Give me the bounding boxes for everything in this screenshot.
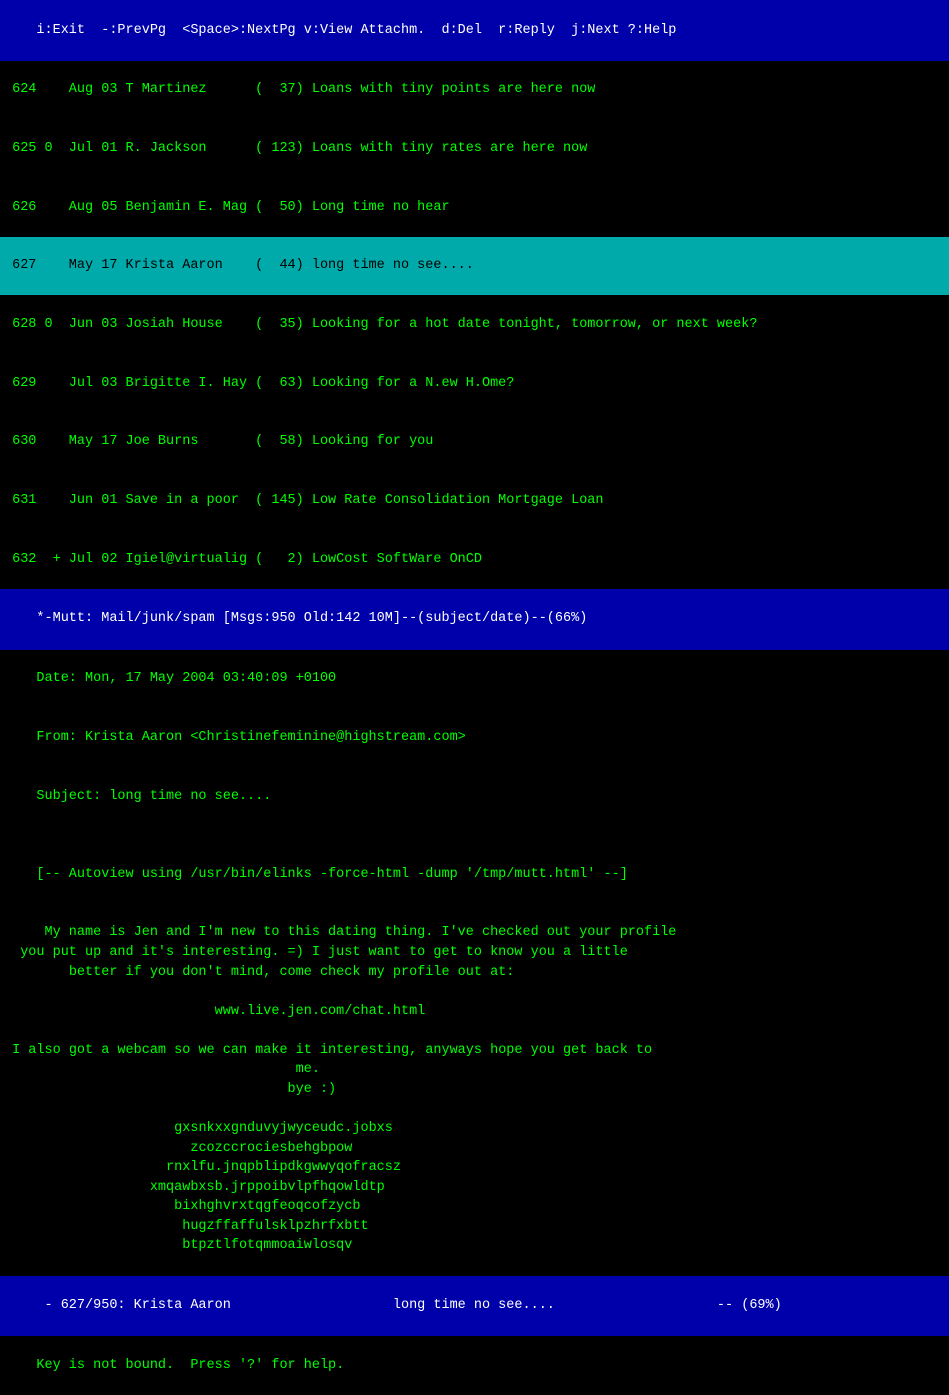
top-bar: i:Exit -:PrevPg <Space>:NextPg v:View At… xyxy=(0,0,949,61)
email-body-text: My name is Jen and I'm new to this datin… xyxy=(4,925,676,1253)
email-row-628-text: 628 0 Jun 03 Josiah House ( 35) Looking … xyxy=(4,317,757,332)
status-bar-label: *-Mutt: Mail/junk/spam [Msgs:950 Old:142… xyxy=(36,611,587,626)
email-row-628[interactable]: 628 0 Jun 03 Josiah House ( 35) Looking … xyxy=(0,295,949,354)
bottom-bar: - 627/950: Krista Aaron long time no see… xyxy=(0,1276,949,1337)
email-subject: Subject: long time no see.... xyxy=(0,767,949,826)
email-row-627-text: 627 May 17 Krista Aaron ( 44) long time … xyxy=(4,258,474,273)
key-hint-text: Key is not bound. Press '?' for help. xyxy=(36,1358,344,1373)
email-body: My name is Jen and I'm new to this datin… xyxy=(0,904,949,1276)
email-row-625-text: 625 0 Jul 01 R. Jackson ( 123) Loans wit… xyxy=(4,141,587,156)
email-blank xyxy=(0,826,949,846)
terminal: i:Exit -:PrevPg <Space>:NextPg v:View At… xyxy=(0,0,949,706)
email-row-632[interactable]: 632 + Jul 02 Igiel@virtualig ( 2) LowCos… xyxy=(0,530,949,589)
bottom-bar-label: - 627/950: Krista Aaron long time no see… xyxy=(36,1298,781,1313)
email-row-624[interactable]: 624 Aug 03 T Martinez ( 37) Loans with t… xyxy=(0,61,949,120)
email-row-630[interactable]: 630 May 17 Joe Burns ( 58) Looking for y… xyxy=(0,413,949,472)
key-hint: Key is not bound. Press '?' for help. xyxy=(0,1336,949,1395)
email-from: From: Krista Aaron <Christinefeminine@hi… xyxy=(0,708,949,767)
top-bar-label: i:Exit -:PrevPg <Space>:NextPg v:View At… xyxy=(36,23,676,38)
email-row-625[interactable]: 625 0 Jul 01 R. Jackson ( 123) Loans wit… xyxy=(0,119,949,178)
email-row-630-text: 630 May 17 Joe Burns ( 58) Looking for y… xyxy=(4,434,433,449)
email-row-627[interactable]: 627 May 17 Krista Aaron ( 44) long time … xyxy=(0,237,949,296)
email-date: Date: Mon, 17 May 2004 03:40:09 +0100 xyxy=(0,650,949,709)
autoview-line: [-- Autoview using /usr/bin/elinks -forc… xyxy=(0,845,949,904)
email-row-624-text: 624 Aug 03 T Martinez ( 37) Loans with t… xyxy=(4,82,595,97)
email-row-632-text: 632 + Jul 02 Igiel@virtualig ( 2) LowCos… xyxy=(4,552,482,567)
status-bar: *-Mutt: Mail/junk/spam [Msgs:950 Old:142… xyxy=(0,589,949,650)
email-list: 624 Aug 03 T Martinez ( 37) Loans with t… xyxy=(0,61,949,589)
email-row-629[interactable]: 629 Jul 03 Brigitte I. Hay ( 63) Looking… xyxy=(0,354,949,413)
email-row-626-text: 626 Aug 05 Benjamin E. Mag ( 50) Long ti… xyxy=(4,200,450,215)
email-row-631-text: 631 Jun 01 Save in a poor ( 145) Low Rat… xyxy=(4,493,604,508)
email-row-626[interactable]: 626 Aug 05 Benjamin E. Mag ( 50) Long ti… xyxy=(0,178,949,237)
email-row-629-text: 629 Jul 03 Brigitte I. Hay ( 63) Looking… xyxy=(4,376,514,391)
email-row-631[interactable]: 631 Jun 01 Save in a poor ( 145) Low Rat… xyxy=(0,472,949,531)
